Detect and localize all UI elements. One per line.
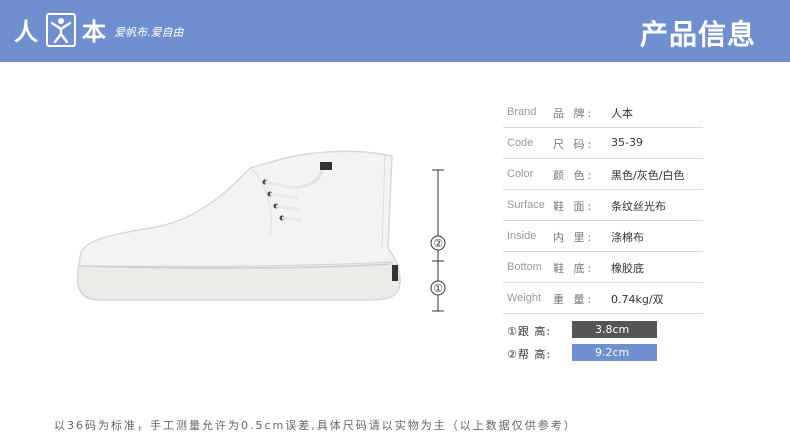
shaft-height-value: 9.2cm (572, 344, 657, 361)
spec-label-en: Inside (507, 230, 537, 242)
spec-value: 35-39 (611, 136, 643, 149)
heel-height-row: ①跟 高: 3.8cm (507, 321, 667, 339)
logo-figure-icon (46, 13, 76, 47)
shaft-height-row: ②帮 高: 9.2cm (507, 344, 667, 362)
spec-table: Brand 品 牌: 人本 Code 尺 码: 35-39 Color 颜 色:… (503, 97, 703, 314)
spec-value: 橡胶底 (611, 262, 644, 275)
spec-row-inside: Inside 内 里: 涤棉布 (503, 221, 703, 252)
spec-row-color: Color 颜 色: 黑色/灰色/白色 (503, 159, 703, 190)
spec-label-cn: 内 里: (553, 231, 595, 244)
shoe-image (76, 150, 401, 301)
spec-value: 条纹丝光布 (611, 200, 666, 213)
spec-label-cn: 鞋 面: (553, 200, 595, 213)
spec-value: 涤棉布 (611, 231, 644, 244)
spec-row-weight: Weight 重 量: 0.74kg/双 (503, 283, 703, 314)
spec-label-en: Brand (507, 106, 537, 118)
spec-label-cn: 颜 色: (553, 169, 595, 182)
logo-text-right: 本 (82, 17, 106, 46)
header-banner: 人 本 爱帆布.爱自由 产品信息 (0, 0, 790, 62)
spec-label-cn: 尺 码: (553, 138, 595, 151)
brand-slogan: 爱帆布.爱自由 (114, 26, 184, 39)
spec-label-en: Code (507, 137, 534, 149)
shaft-height-marker: ② (433, 237, 443, 250)
spec-label-cn: 重 量: (553, 293, 595, 306)
heel-height-marker: ① (433, 282, 443, 295)
spec-label-cn: 鞋 底: (553, 262, 595, 275)
spec-value: 黑色/灰色/白色 (611, 169, 685, 182)
spec-label-en: Weight (507, 292, 542, 304)
shaft-height-label: ②帮 高: (507, 348, 552, 361)
spec-row-code: Code 尺 码: 35-39 (503, 128, 703, 159)
spec-value: 人本 (611, 107, 633, 120)
heel-height-label: ①跟 高: (507, 325, 552, 338)
spec-label-en: Surface (507, 199, 545, 211)
spec-label-en: Color (507, 168, 534, 180)
spec-value: 0.74kg/双 (611, 293, 664, 306)
spec-row-surface: Surface 鞋 面: 条纹丝光布 (503, 190, 703, 221)
measurement-guide: ② ① (430, 169, 446, 312)
spec-row-bottom: Bottom 鞋 底: 橡胶底 (503, 252, 703, 283)
spec-label-en: Bottom (507, 261, 542, 273)
spec-label-cn: 品 牌: (553, 107, 595, 120)
page-title: 产品信息 (639, 18, 756, 51)
heel-height-value: 3.8cm (572, 321, 657, 338)
measurement-footnote: 以36码为标准，手工测量允许为0.5cm误差,具体尺码请以实物为主（以上数据仅供… (54, 419, 577, 432)
spec-row-brand: Brand 品 牌: 人本 (503, 97, 703, 128)
logo-text-left: 人 (14, 17, 38, 46)
